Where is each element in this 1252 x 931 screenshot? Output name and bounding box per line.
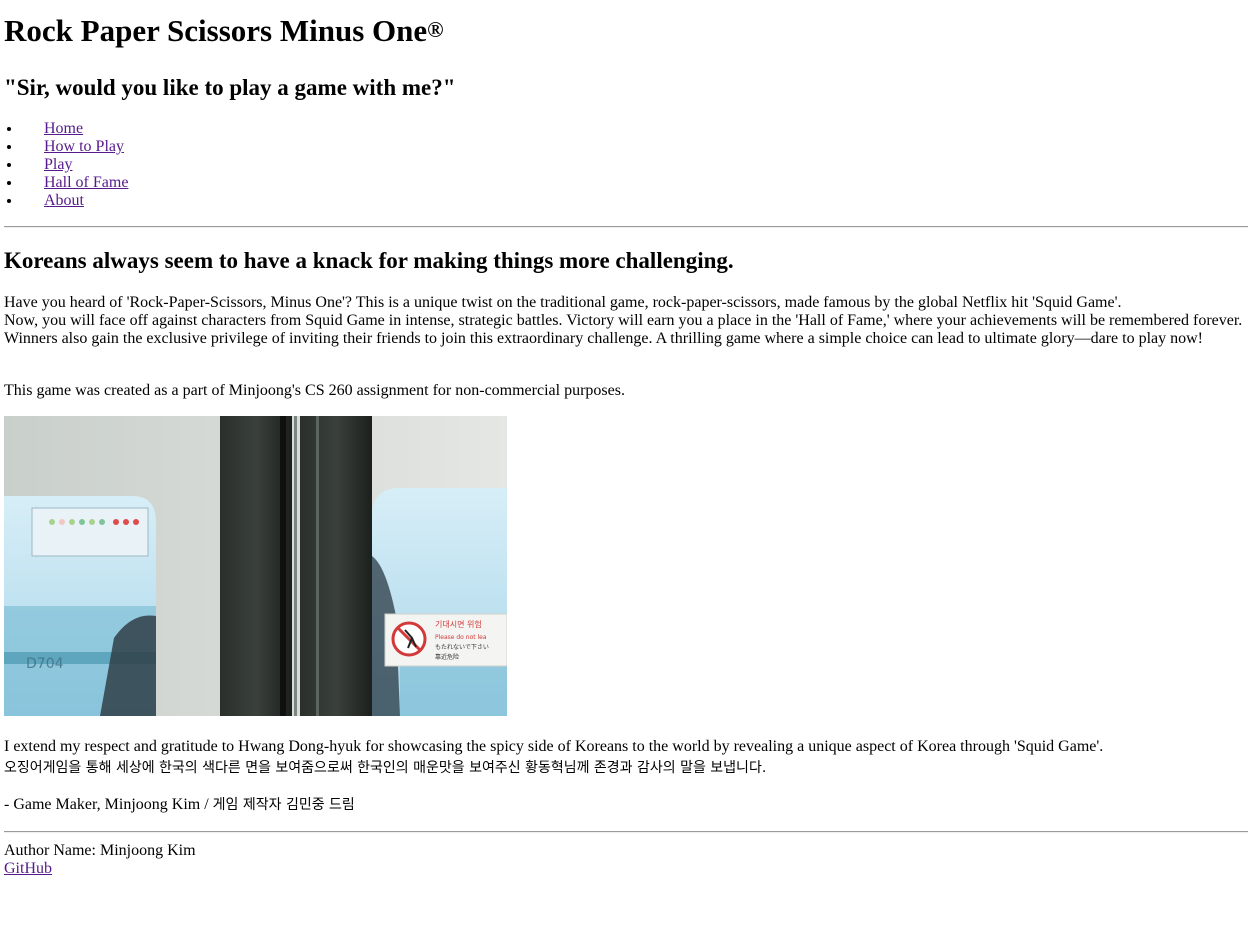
thanks-paragraph: I extend my respect and gratitude to Hwa…: [4, 738, 1248, 780]
nav-link-play[interactable]: Play: [44, 156, 72, 173]
nav-item-hall-of-fame: Hall of Fame: [22, 174, 1248, 192]
left-window-panel: [31, 507, 149, 557]
intro-line-3: Winners also gain the exclusive privileg…: [4, 330, 1204, 347]
indicator-light: [113, 519, 119, 525]
signoff-english: - Game Maker, Minjoong Kim /: [4, 796, 213, 813]
page-tagline: "Sir, would you like to play a game with…: [4, 75, 456, 100]
nav-link-about[interactable]: About: [44, 192, 84, 209]
signoff-korean: 게임 제작자 김민중 드림: [212, 797, 355, 813]
main-content: Koreans always seem to have a knack for …: [4, 247, 1248, 814]
indicator-light: [79, 519, 85, 525]
indicator-light: [123, 519, 129, 525]
footer-divider: [4, 831, 1248, 833]
door-right: [300, 416, 372, 716]
thanks-english: I extend my respect and gratitude to Hwa…: [4, 738, 1104, 755]
indicator-light: [49, 519, 55, 525]
page-title: Rock Paper Scissors Minus One®: [4, 13, 1248, 52]
indicator-light: [59, 519, 65, 525]
author-name: Author Name: Minjoong Kim: [4, 842, 196, 859]
sign-line-1: Please do not lea: [435, 634, 487, 641]
signoff: - Game Maker, Minjoong Kim / 게임 제작자 김민중 …: [4, 796, 1248, 814]
indicator-light: [133, 519, 139, 525]
header-divider: [4, 226, 1248, 228]
subway-door-photo: D704 기대시면 위험 Please do not lea もたれないで下さい…: [4, 416, 507, 716]
page-title-text: Rock Paper Scissors Minus One: [4, 13, 428, 48]
section-headline: Koreans always seem to have a knack for …: [4, 248, 734, 273]
sign-line-3: 靠近危险: [435, 653, 459, 661]
github-link[interactable]: GitHub: [4, 860, 52, 877]
intro-paragraph: Have you heard of 'Rock-Paper-Scissors, …: [4, 294, 1248, 348]
thanks-korean: 오징어게임을 통해 세상에 한국의 색다른 면을 보여줌으로써 한국인의 매운맛…: [4, 760, 767, 776]
intro-line-2: Now, you will face off against character…: [4, 312, 1243, 329]
nav-link-home[interactable]: Home: [44, 120, 83, 137]
nav-link-hall-of-fame[interactable]: Hall of Fame: [44, 174, 128, 191]
sign-title: 기대시면 위험: [435, 619, 482, 629]
page-header: Rock Paper Scissors Minus One® "Sir, wou…: [4, 13, 1248, 102]
registered-mark: ®: [427, 17, 444, 42]
nav-link-how-to-play[interactable]: How to Play: [44, 138, 124, 155]
main-nav: Home How to Play Play Hall of Fame About: [4, 120, 1248, 210]
nav-item-about: About: [22, 192, 1248, 210]
nav-item-play: Play: [22, 156, 1248, 174]
door-highlight: [294, 416, 297, 716]
nav-item-how-to-play: How to Play: [22, 138, 1248, 156]
nav-list: Home How to Play Play Hall of Fame About: [4, 120, 1248, 210]
car-number: D704: [26, 656, 64, 672]
intro-line-1: Have you heard of 'Rock-Paper-Scissors, …: [4, 294, 1122, 311]
door-gap: [280, 416, 286, 716]
page-footer: Author Name: Minjoong Kim GitHub: [4, 842, 1248, 878]
door-highlight: [316, 416, 319, 716]
assignment-credit: This game was created as a part of Minjo…: [4, 382, 625, 399]
nav-item-home: Home: [22, 120, 1248, 138]
indicator-light: [69, 519, 75, 525]
sign-line-2: もたれないで下さい: [435, 644, 489, 651]
indicator-light: [99, 519, 105, 525]
indicator-light: [89, 519, 95, 525]
